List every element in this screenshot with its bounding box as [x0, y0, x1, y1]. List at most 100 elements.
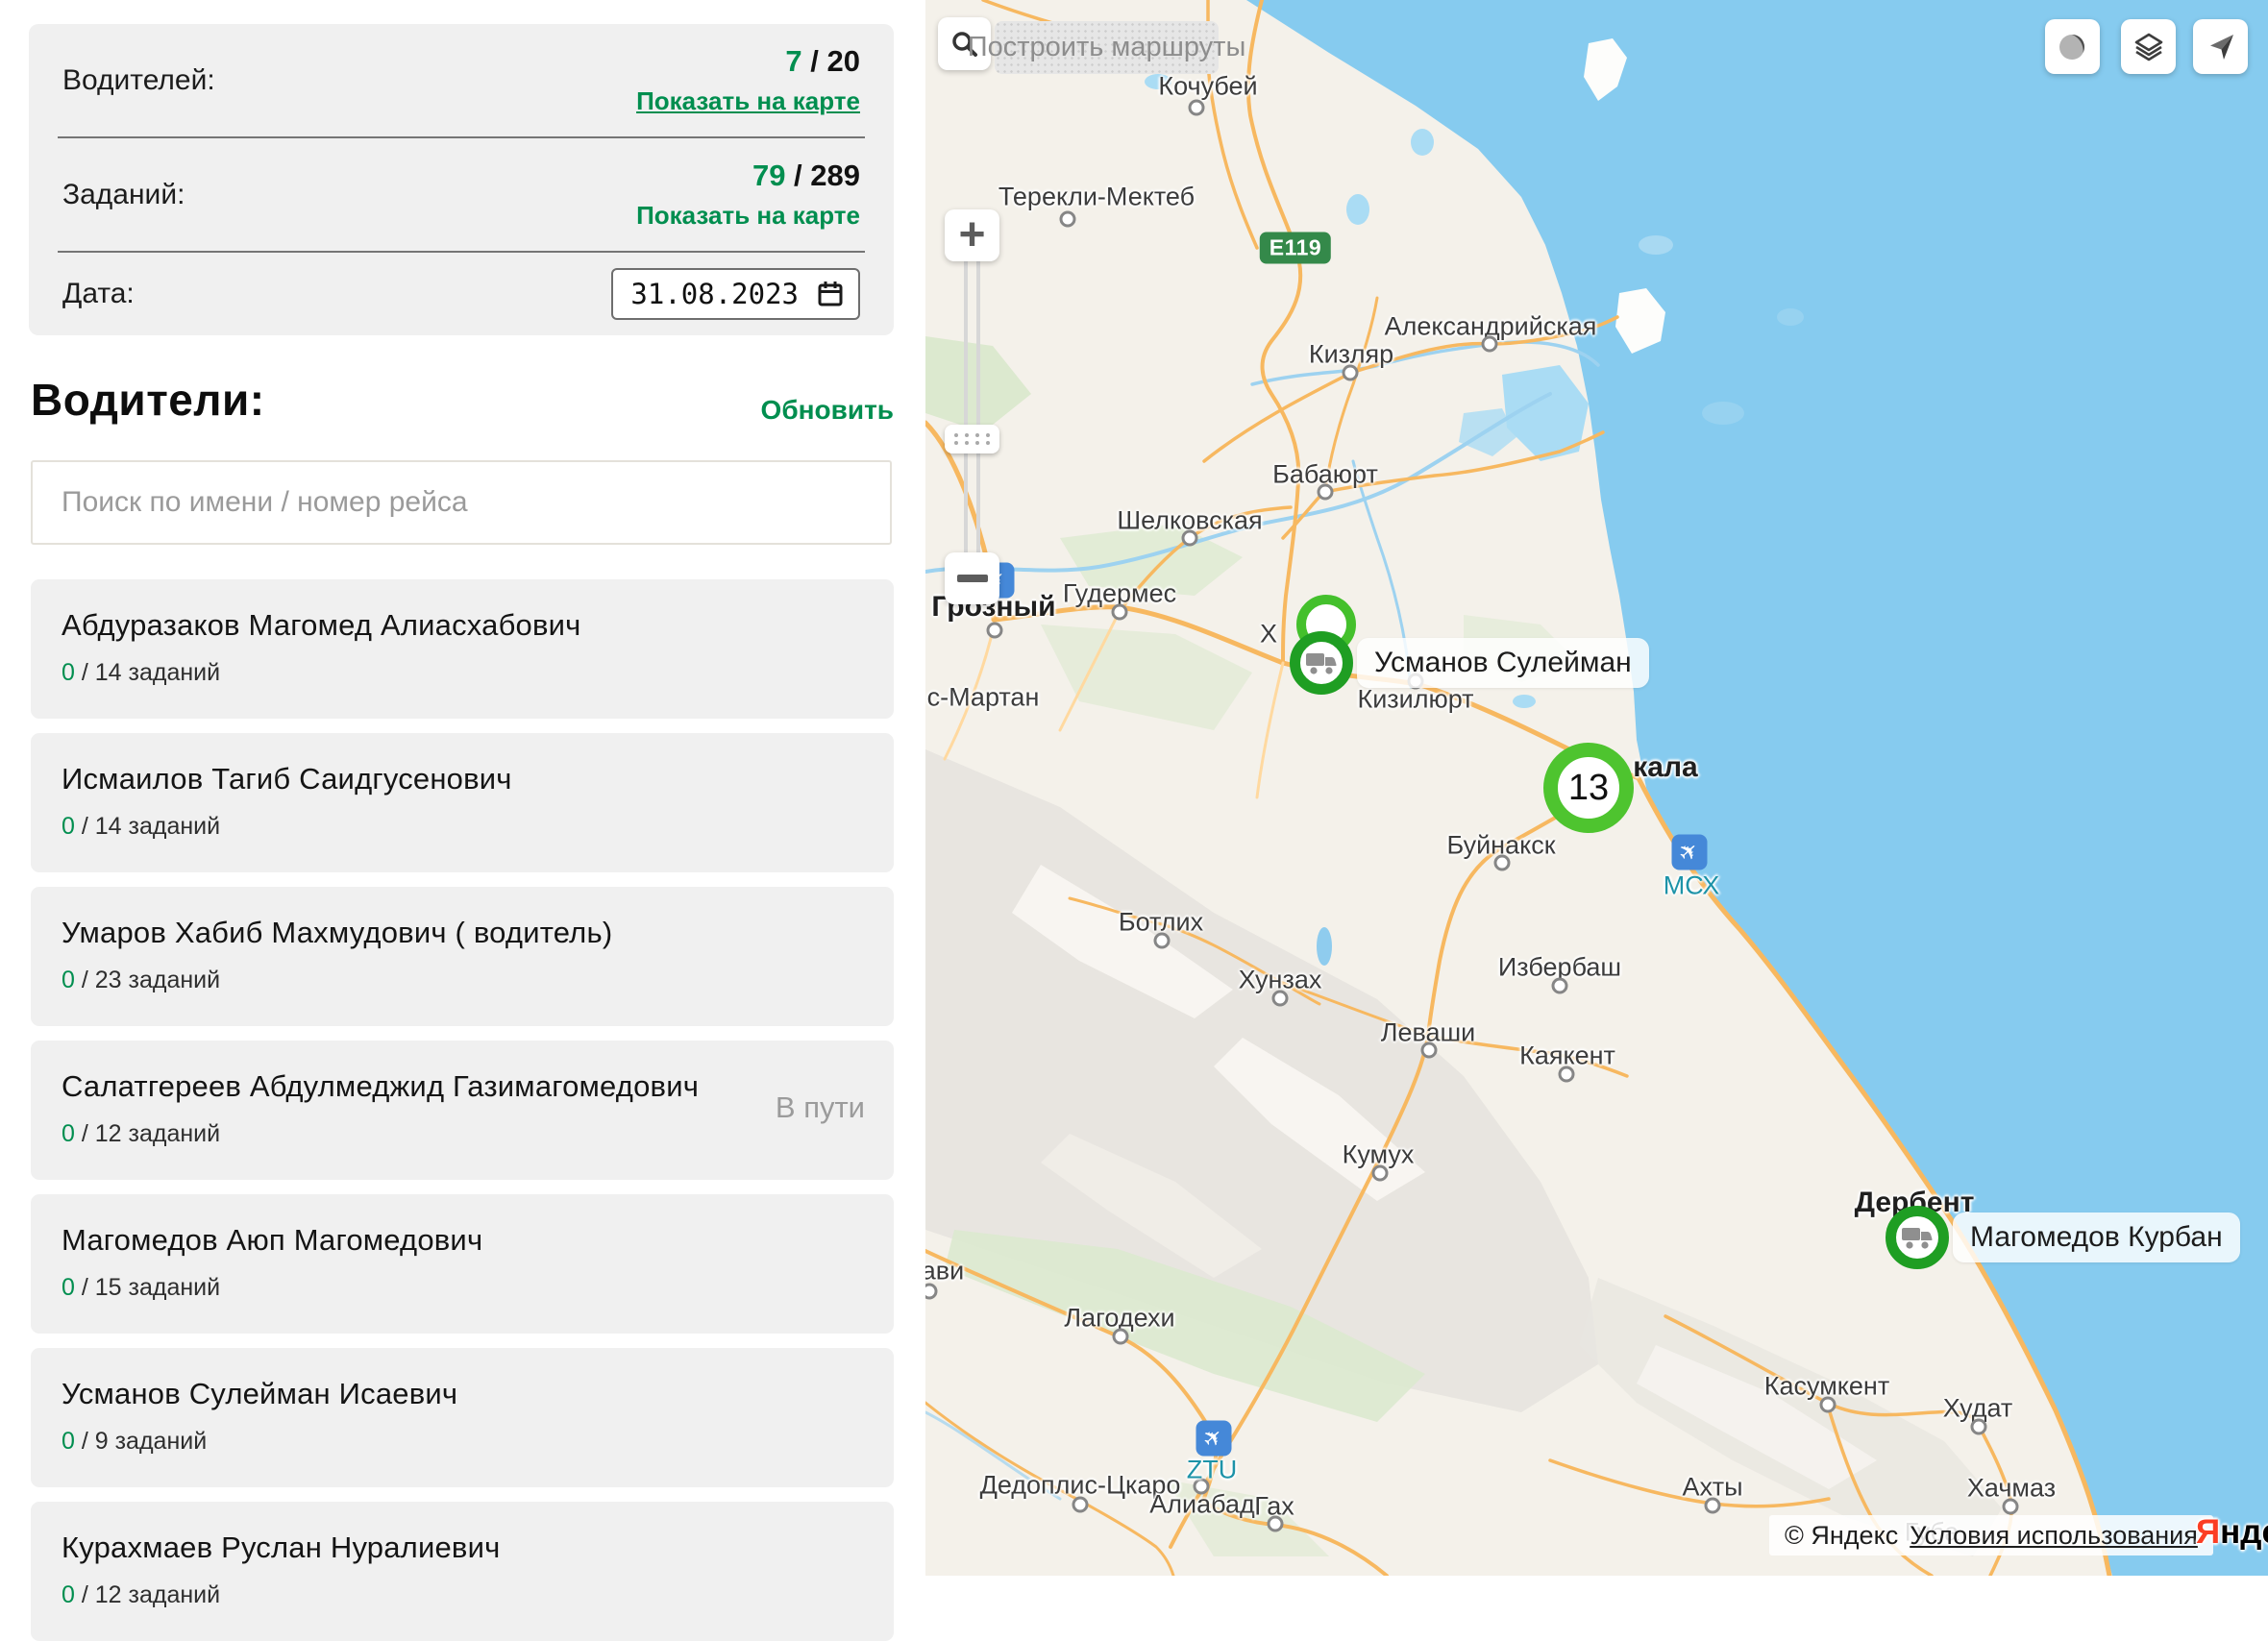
- city-dot: [1343, 365, 1359, 381]
- zoom-slider-handle[interactable]: [945, 425, 999, 453]
- terms-of-use-link[interactable]: Условия использования: [1910, 1521, 2198, 1551]
- geolocation-button[interactable]: [2193, 19, 2248, 74]
- city-dot: [1421, 1042, 1438, 1059]
- panorama-button[interactable]: [2045, 19, 2100, 74]
- city-label: ави: [925, 1257, 964, 1286]
- driver-marker[interactable]: [1290, 631, 1353, 695]
- date-value: 31.08.2023: [630, 278, 799, 310]
- city-label: Терекли-Мектеб: [998, 183, 1195, 212]
- driver-task-count: 0 / 23 заданий: [62, 967, 865, 994]
- calendar-icon: [816, 280, 845, 308]
- zoom-slider-track[interactable]: [945, 261, 999, 552]
- driver-name: Салатгереев Абдулмеджид Газимагомедович: [62, 1041, 865, 1104]
- city-dot: [2003, 1499, 2019, 1515]
- airport-icon: ✈: [1672, 835, 1708, 870]
- driver-list: Абдуразаков Магомед Алиасхабович 0 / 14 з…: [31, 579, 894, 1641]
- driver-task-count: 0 / 14 заданий: [62, 659, 865, 687]
- geolocation-arrow-icon: [2205, 31, 2237, 63]
- airport-icon: ✈: [1196, 1421, 1232, 1457]
- city-label: Кочубей: [1158, 72, 1257, 102]
- city-label: кала: [1633, 751, 1697, 784]
- date-input[interactable]: 31.08.2023: [611, 268, 860, 320]
- city-dot: [1113, 1329, 1129, 1345]
- city-dot: [1559, 1066, 1575, 1083]
- city-dot: [1272, 991, 1289, 1007]
- driver-task-count: 0 / 15 заданий: [62, 1274, 865, 1302]
- city-dot: [1182, 530, 1198, 547]
- drivers-count-label: Водителей:: [62, 64, 215, 97]
- city-dot: [1705, 1498, 1721, 1514]
- layers-button[interactable]: [2121, 19, 2176, 74]
- city-dot: [1482, 336, 1498, 353]
- page-title: Водители:: [31, 374, 265, 426]
- truck-icon: [1901, 1224, 1934, 1251]
- build-routes-button[interactable]: Построить маршруты: [995, 21, 1219, 74]
- sidebar: Водителей: 7 / 20 Показать на карте Зада…: [0, 0, 925, 1576]
- driver-card[interactable]: Салатгереев Абдулмеджид Газимагомедович 0…: [31, 1041, 894, 1180]
- road-number-badge: E119: [1260, 233, 1331, 264]
- city-dot: [1268, 1516, 1284, 1532]
- truck-icon: [1305, 649, 1338, 676]
- city-dot: [1552, 978, 1568, 994]
- city-dot: [1971, 1419, 1987, 1435]
- stats-panel: Водителей: 7 / 20 Показать на карте Зада…: [29, 24, 894, 335]
- driver-marker[interactable]: [1886, 1206, 1949, 1269]
- panorama-icon: [2058, 32, 2088, 62]
- city-dot: [1372, 1165, 1389, 1182]
- driver-card[interactable]: Умаров Хабиб Махмудович ( водитель) 0 / 2…: [31, 887, 894, 1026]
- city-dot: [1072, 1497, 1089, 1513]
- city-dot: [1318, 484, 1334, 501]
- driver-name: Умаров Хабиб Махмудович ( водитель): [62, 887, 865, 950]
- refresh-button[interactable]: Обновить: [761, 395, 894, 426]
- minus-icon: [957, 575, 988, 582]
- stats-row-date: Дата: 31.08.2023: [29, 253, 894, 335]
- stats-row-tasks: Заданий: 79 / 289 Показать на карте: [29, 138, 894, 251]
- driver-name: Исмаилов Тагиб Саидгусенович: [62, 733, 865, 796]
- tasks-count-value: 79 / 289: [636, 159, 860, 193]
- driver-task-count: 0 / 12 заданий: [62, 1581, 865, 1609]
- yandex-logo[interactable]: Яндекс: [2196, 1513, 2268, 1552]
- driver-marker-label[interactable]: Магомедов Курбан: [1953, 1212, 2240, 1262]
- copyright-text: © Яндекс: [1785, 1521, 1898, 1551]
- driver-name: Курахмаев Руслан Нуралиевич: [62, 1502, 865, 1565]
- airport-code-label: ZTU: [1187, 1456, 1237, 1485]
- driver-task-count: 0 / 9 заданий: [62, 1428, 865, 1456]
- city-dot: [1154, 933, 1171, 949]
- cluster-marker[interactable]: 13: [1543, 743, 1634, 833]
- cluster-count: 13: [1568, 768, 1609, 809]
- driver-card[interactable]: Магомедов Аюп Магомедович 0 / 15 заданий: [31, 1194, 894, 1334]
- airport-code-label: МСХ: [1664, 871, 1719, 901]
- driver-name: Магомедов Аюп Магомедович: [62, 1194, 865, 1258]
- driver-name: Абдуразаков Магомед Алиасхабович: [62, 579, 865, 643]
- driver-marker-label[interactable]: Усманов Сулейман: [1357, 638, 1649, 688]
- search-input[interactable]: [31, 460, 892, 545]
- zoom-out-button[interactable]: [945, 552, 999, 604]
- drivers-count-value: 7 / 20: [636, 44, 860, 79]
- driver-card[interactable]: Исмаилов Тагиб Саидгусенович 0 / 14 задан…: [31, 733, 894, 872]
- drivers-list-header: Водители: Обновить: [31, 374, 894, 426]
- city-dot: [1494, 855, 1511, 871]
- driver-card[interactable]: Абдуразаков Магомед Алиасхабович 0 / 14 з…: [31, 579, 894, 719]
- driver-card[interactable]: Усманов Сулейман Исаевич 0 / 9 заданий: [31, 1348, 894, 1487]
- map-canvas[interactable]: КочубейТерекли-МектебКизлярАлександрийск…: [925, 0, 2268, 1576]
- driver-task-count: 0 / 14 заданий: [62, 813, 865, 841]
- zoom-in-button[interactable]: +: [945, 209, 999, 261]
- tasks-count-label: Заданий:: [62, 179, 185, 211]
- driver-name: Усманов Сулейман Исаевич: [62, 1348, 865, 1411]
- city-label: с-Мартан: [927, 683, 1040, 713]
- date-label: Дата:: [62, 278, 135, 310]
- city-dot: [1189, 100, 1205, 116]
- city-dot: [1820, 1397, 1837, 1413]
- city-dot: [1060, 211, 1076, 228]
- show-drivers-on-map-link[interactable]: Показать на карте: [636, 86, 860, 116]
- driver-card[interactable]: Курахмаев Руслан Нуралиевич 0 / 12 задани…: [31, 1502, 894, 1641]
- city-dot: [987, 623, 1003, 639]
- driver-task-count: 0 / 12 заданий: [62, 1120, 865, 1148]
- stats-row-drivers: Водителей: 7 / 20 Показать на карте: [29, 24, 894, 136]
- show-tasks-on-map-link[interactable]: Показать на карте: [636, 201, 860, 231]
- city-dot: [1112, 604, 1128, 621]
- plus-icon: +: [958, 212, 985, 258]
- city-label: Х: [1260, 620, 1277, 649]
- driver-status-badge: В пути: [776, 1090, 865, 1125]
- map-attribution: © Яндекс Условия использования: [1769, 1515, 2213, 1555]
